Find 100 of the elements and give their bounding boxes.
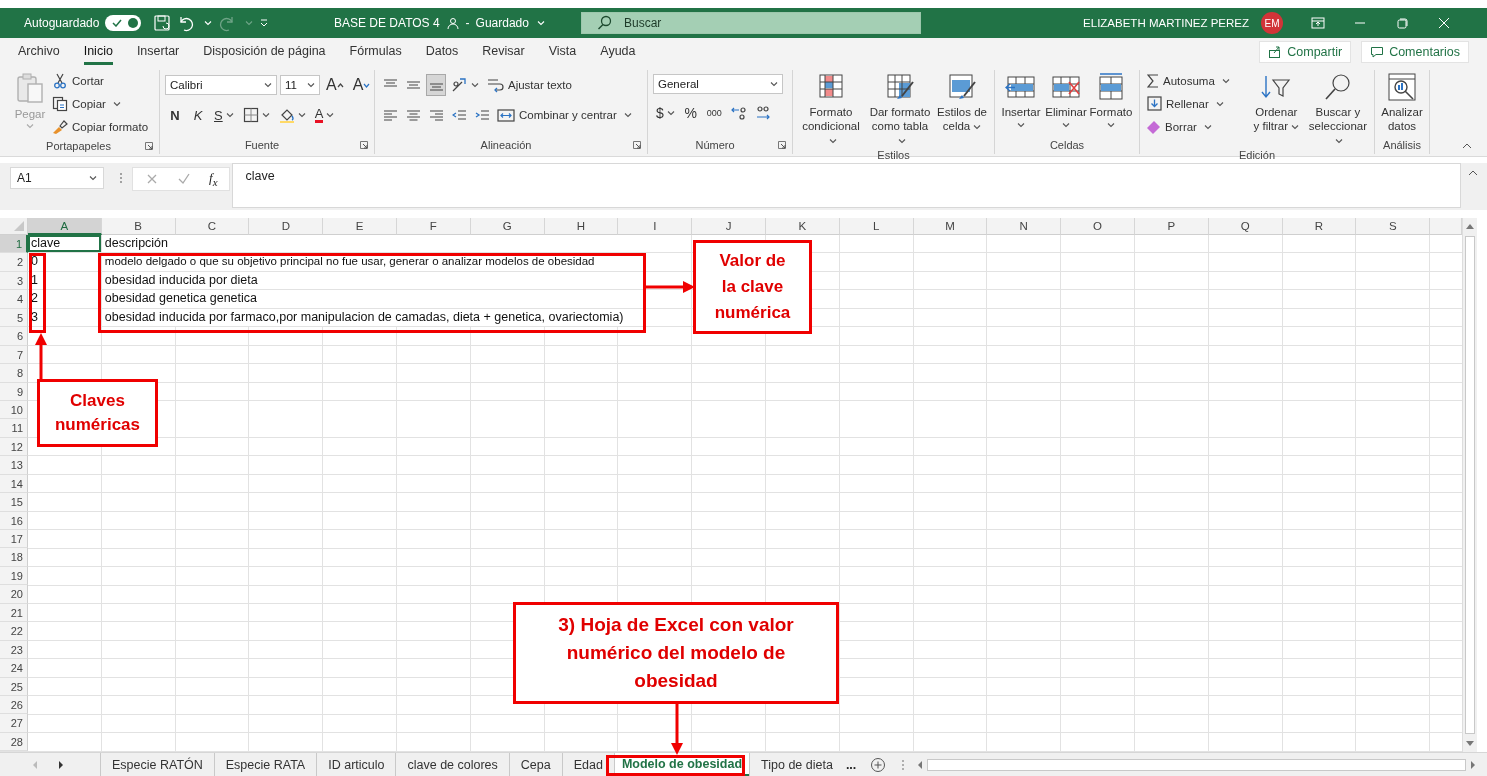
ribbon-button[interactable]: Insertar <box>1000 70 1042 130</box>
launcher-icon[interactable] <box>359 140 369 150</box>
launcher-icon[interactable] <box>777 140 787 150</box>
more-sheets-button[interactable]: ... <box>843 753 863 776</box>
toolbar-button[interactable]: K <box>188 104 208 126</box>
sheet-tab[interactable]: ID articulo <box>316 753 396 776</box>
add-sheet-icon[interactable] <box>870 756 887 773</box>
row-header[interactable]: 20 <box>0 585 28 604</box>
row-header[interactable]: 15 <box>0 493 28 512</box>
expand-icon[interactable] <box>1467 169 1479 177</box>
column-header[interactable]: S <box>1356 218 1431 235</box>
toolbar-button[interactable]: A <box>311 104 338 126</box>
restore-icon[interactable] <box>1394 16 1410 30</box>
column-header[interactable]: C <box>175 218 250 235</box>
menu-tab[interactable]: Ayuda <box>600 39 636 65</box>
ribbon-button[interactable]: Dar formato como tabla <box>867 70 933 149</box>
sheet-tab[interactable]: Edad <box>561 753 614 776</box>
menu-tab[interactable]: Revisar <box>482 39 525 65</box>
search-field[interactable]: Buscar <box>581 12 921 34</box>
row-header[interactable]: 4 <box>0 290 28 309</box>
menu-tab[interactable]: Vista <box>548 39 577 65</box>
ribbon-button[interactable]: Ordenar y filtrar <box>1248 70 1304 135</box>
combo-box[interactable]: General <box>653 74 783 94</box>
share-button[interactable]: Compartir <box>1259 41 1352 63</box>
ribbon-button[interactable]: Formato condicional <box>798 70 864 149</box>
combo-box[interactable]: 11 <box>280 75 320 95</box>
ribbon-display-icon[interactable] <box>1310 16 1326 30</box>
menu-tab[interactable]: Insertar <box>136 39 180 65</box>
column-header[interactable]: M <box>913 218 988 235</box>
launcher-icon[interactable] <box>144 140 154 151</box>
column-header[interactable]: J <box>692 218 766 235</box>
column-header[interactable]: E <box>323 218 397 235</box>
ribbon-button[interactable]: Autosuma <box>1145 70 1232 91</box>
save-icon[interactable] <box>153 14 172 32</box>
close-icon[interactable] <box>1436 16 1452 30</box>
toolbar-button[interactable]: $ <box>653 102 678 124</box>
column-header[interactable]: R <box>1282 218 1357 235</box>
column-header[interactable]: A <box>28 218 102 235</box>
column-header[interactable]: D <box>249 218 324 235</box>
toolbar-button[interactable]: 000 <box>703 102 725 124</box>
column-header[interactable]: H <box>544 218 619 235</box>
row-header[interactable]: 24 <box>0 659 28 678</box>
toolbar-button[interactable]: % <box>680 102 701 124</box>
person-icon[interactable] <box>445 16 460 30</box>
row-header[interactable]: 6 <box>0 327 28 346</box>
menu-tab[interactable]: Disposición de página <box>203 39 326 65</box>
ribbon-button[interactable]: Copiar formato <box>50 116 151 137</box>
formula-field[interactable]: clave <box>232 163 1461 208</box>
menu-tab[interactable]: Datos <box>425 39 459 65</box>
ribbon-button[interactable]: Combinar y centrar <box>495 104 634 126</box>
save-status[interactable]: Guardado <box>475 16 545 30</box>
customize-icon[interactable] <box>259 18 270 28</box>
ribbon-button[interactable]: Eliminar <box>1045 70 1087 130</box>
autosave-toggle[interactable] <box>105 15 142 31</box>
toolbar-button[interactable]: A <box>323 74 347 96</box>
row-header[interactable]: 8 <box>0 364 28 383</box>
ribbon-button[interactable]: Formato <box>1090 70 1132 130</box>
column-header[interactable]: F <box>397 218 471 235</box>
ribbon-button[interactable]: Analizar datos <box>1380 70 1424 135</box>
cancel-icon[interactable] <box>145 172 159 186</box>
ribbon-button[interactable]: Cortar <box>50 70 151 91</box>
sheet-tab[interactable]: Cepa <box>508 753 562 776</box>
name-box[interactable]: A1 <box>10 167 104 189</box>
column-header[interactable]: L <box>839 218 914 235</box>
column-header[interactable]: G <box>470 218 545 235</box>
ribbon-button[interactable]: Copiar <box>50 93 151 114</box>
up-arrow-icon[interactable] <box>1465 222 1475 230</box>
row-header[interactable]: 2 <box>0 253 28 272</box>
sheet-tab[interactable]: Especie RATA <box>213 753 317 776</box>
combo-box[interactable]: Calibri <box>165 75 277 95</box>
sheet-tab[interactable]: Tipo de dieta <box>749 753 844 776</box>
scrollbar-thumb[interactable] <box>1465 236 1475 734</box>
row-header[interactable]: 22 <box>0 622 28 641</box>
undo-icon[interactable] <box>177 14 196 32</box>
ribbon-button[interactable]: Ajustar texto <box>485 74 574 96</box>
ribbon-button[interactable]: Estilos de celda <box>936 70 988 135</box>
scrollbar-thumb[interactable] <box>927 758 1466 771</box>
column-header[interactable]: Q <box>1208 218 1283 235</box>
ribbon-button[interactable]: Rellenar <box>1145 93 1232 114</box>
scrollbar[interactable] <box>1462 218 1477 752</box>
ribbon-button[interactable]: Borrar <box>1145 116 1232 137</box>
sheet-tab[interactable]: Especie RATÓN <box>100 753 214 776</box>
menu-tab[interactable]: Archivo <box>18 39 60 65</box>
next-sheet-icon[interactable] <box>56 759 66 770</box>
row-header[interactable]: 18 <box>0 548 28 567</box>
insert-function-button[interactable]: f$_{x}$ <box>209 170 218 188</box>
sheet-tab[interactable]: clave de colores <box>395 753 509 776</box>
left-arrow-icon[interactable] <box>916 759 925 770</box>
ribbon-button[interactable]: Buscar y seleccionar <box>1306 70 1369 149</box>
row-header[interactable]: 13 <box>0 456 28 475</box>
toolbar-button[interactable]: N <box>165 104 185 126</box>
column-header[interactable]: K <box>765 218 840 235</box>
toolbar-button[interactable]: S <box>211 104 237 126</box>
comments-button[interactable]: Comentarios <box>1361 41 1469 63</box>
toolbar-button[interactable]: A <box>349 74 374 96</box>
row-header[interactable]: 1 <box>0 235 28 254</box>
column-header[interactable]: P <box>1134 218 1209 235</box>
enter-icon[interactable] <box>177 172 191 186</box>
collapse-ribbon-icon[interactable] <box>1461 142 1473 150</box>
avatar[interactable]: EM <box>1261 12 1283 34</box>
